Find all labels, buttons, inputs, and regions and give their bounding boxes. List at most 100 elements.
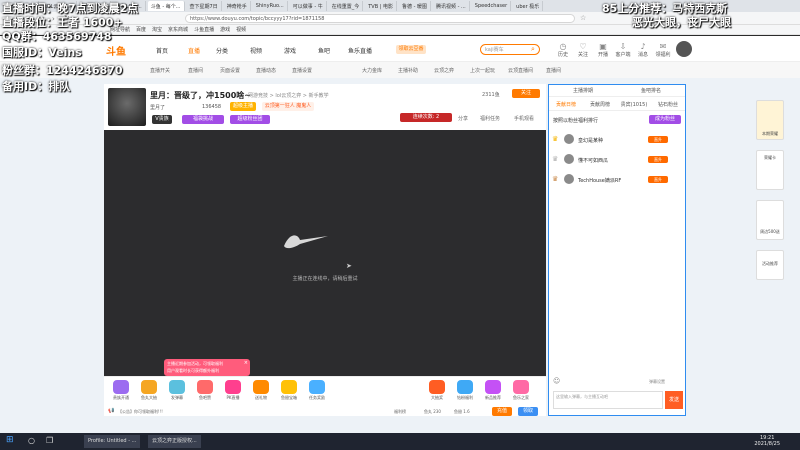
rank-label[interactable]: 福利榜 bbox=[394, 409, 406, 415]
follow-button[interactable]: ♡ 关注 bbox=[573, 42, 593, 58]
anchor-name[interactable]: 里月了 bbox=[150, 104, 165, 111]
subnav-item[interactable]: 直播动态 bbox=[256, 67, 276, 74]
subnav-item[interactable]: 页面设置 bbox=[220, 67, 240, 74]
toolbar-item[interactable]: 大抽奖 bbox=[426, 380, 448, 401]
toolbar-item[interactable]: 送礼物 bbox=[250, 380, 272, 401]
windows-start-icon[interactable]: ⊞ bbox=[6, 435, 14, 445]
bookmark-item[interactable]: 斗鱼直播 bbox=[194, 26, 214, 33]
broadcast-button[interactable]: ▣ 开播 bbox=[593, 42, 613, 58]
tab-diamond-fans[interactable]: 钻石粉丝 bbox=[651, 99, 685, 110]
history-button[interactable]: ◷ 历史 bbox=[553, 42, 573, 58]
announcement-text[interactable]: 【公告】你可领取福利!!! bbox=[118, 409, 163, 415]
toolbar-item[interactable]: 鱼丸大抽 bbox=[138, 380, 160, 401]
tab-weekly-rank[interactable]: 贡献周榜 bbox=[583, 99, 617, 110]
search-icon[interactable]: ○ bbox=[28, 436, 35, 445]
message-button[interactable]: ♪ 消息 bbox=[633, 42, 653, 58]
browser-tab[interactable]: 查下星期7日 bbox=[187, 1, 222, 11]
tab-daily-rank[interactable]: 贡献日榜 bbox=[549, 99, 583, 110]
browser-tab[interactable]: ShinyRuo... bbox=[253, 1, 288, 11]
taskbar-app[interactable]: 云顶之弈正版授权... bbox=[148, 435, 201, 448]
nav-fishbar[interactable]: 鱼吧 bbox=[318, 46, 330, 55]
welfare-button[interactable]: ✉ 领福利 bbox=[653, 42, 673, 58]
subnav-item[interactable]: 大力金库 bbox=[362, 67, 382, 74]
toolbar-item[interactable]: 任务奖励 bbox=[306, 380, 328, 401]
rail-card[interactable]: 周边500送 bbox=[756, 200, 784, 240]
video-player[interactable]: 主播正在连线中，请稍后重试 ➤ 主播近期参加活动，可领取福利 用户观看时长可获得… bbox=[104, 130, 546, 376]
recharge-button[interactable]: 充值 bbox=[492, 407, 512, 416]
close-icon[interactable]: × bbox=[244, 360, 248, 366]
subnav-item[interactable]: 云顶直播间 bbox=[508, 67, 533, 74]
browser-tab[interactable]: 鲁德 - 暖图 bbox=[399, 1, 431, 11]
follow-room-button[interactable]: 关注 bbox=[512, 89, 540, 98]
room-category[interactable]: 网游竞技 > lol云顶之弈 > 新手教学 bbox=[248, 92, 329, 99]
claim-button[interactable]: 领取 bbox=[518, 407, 538, 416]
toolbar-item[interactable]: 新品推荐 bbox=[482, 380, 504, 401]
subnav-item[interactable]: 直播设置 bbox=[292, 67, 312, 74]
subnav-item[interactable]: 直播开关 bbox=[150, 67, 170, 74]
lucky-bag-button[interactable]: 福袋挑战 bbox=[182, 115, 224, 124]
site-logo[interactable]: 斗鱼 bbox=[106, 43, 126, 58]
browser-tab[interactable]: 神奇枪手 bbox=[224, 1, 251, 11]
search-icon[interactable]: ⌕ bbox=[531, 45, 535, 54]
toolbar-item[interactable]: 贵族开通 bbox=[110, 380, 132, 401]
send-button[interactable]: 发送 bbox=[665, 391, 683, 409]
bookmark-item[interactable]: 淘宝 bbox=[152, 26, 162, 33]
rank-row[interactable]: ♛ 懂不可如西瓜 直升 bbox=[552, 153, 682, 167]
welfare-notice[interactable]: 主播近期参加活动，可领取福利 用户观看时长可获得额外福利 × bbox=[164, 359, 250, 376]
toolbar-item[interactable]: 鱼吧赞 bbox=[194, 380, 216, 401]
bookmark-item[interactable]: 游戏 bbox=[220, 26, 230, 33]
nav-live[interactable]: 直播 bbox=[188, 46, 200, 55]
toolbar-item[interactable]: PK直播 bbox=[222, 380, 244, 401]
subnav-item[interactable]: 直播间 bbox=[188, 67, 203, 74]
bookmark-item[interactable]: 京东商城 bbox=[168, 26, 188, 33]
system-clock[interactable]: 19:21 2021/8/25 bbox=[754, 435, 780, 447]
tab-schedule[interactable]: 主播排期 bbox=[549, 85, 617, 96]
chat-settings[interactable]: 弹幕设置 bbox=[649, 379, 665, 385]
nav-home[interactable]: 首页 bbox=[156, 46, 168, 55]
bookmark-item[interactable]: 视频 bbox=[236, 26, 246, 33]
nav-yule[interactable]: 鱼乐直播 bbox=[348, 46, 372, 55]
browser-tab[interactable]: 可以做事 - 牛 bbox=[290, 1, 327, 11]
url-input[interactable]: https://www.douyu.com/topic/bccyyy17?rid… bbox=[185, 13, 575, 23]
rank-row[interactable]: ♛ TechHouse嫡派RF 直升 bbox=[552, 173, 682, 187]
client-button[interactable]: ⇩ 客户端 bbox=[613, 42, 633, 58]
rank-row[interactable]: ♛ 皇幻是某种 直升 bbox=[552, 133, 682, 147]
chat-input[interactable]: 这里输入弹幕，与主播互动吧 bbox=[553, 391, 663, 409]
bookmark-item[interactable]: 百度 bbox=[136, 26, 146, 33]
nav-game[interactable]: 游戏 bbox=[284, 46, 296, 55]
toolbar-item[interactable]: 钻粉福利 bbox=[454, 380, 476, 401]
browser-tab-active[interactable]: 斗鱼 - 每个... bbox=[147, 1, 185, 11]
toolbar-item[interactable]: 发弹幕 bbox=[166, 380, 188, 401]
promo-button[interactable]: 领取云豆番 bbox=[396, 45, 426, 54]
browser-tab[interactable]: 在线重置_今 bbox=[329, 1, 364, 11]
anchor-avatar[interactable] bbox=[108, 88, 146, 126]
subnav-item[interactable]: 云顶之弈 bbox=[434, 67, 454, 74]
join-fans-button[interactable]: 成为粉丝 bbox=[649, 115, 681, 124]
toolbar-item[interactable]: 鱼翅宝箱 bbox=[278, 380, 300, 401]
browser-tab[interactable]: Speedchaser bbox=[472, 1, 512, 11]
task-view-icon[interactable]: ❐ bbox=[46, 436, 53, 445]
rail-card[interactable]: 荣耀卡 bbox=[756, 150, 784, 190]
mobile-watch-button[interactable]: 手机观看 bbox=[514, 115, 534, 122]
user-avatar[interactable] bbox=[676, 41, 692, 57]
rail-card[interactable]: 本期荣耀 bbox=[756, 100, 784, 140]
subnav-item[interactable]: 主播补助 bbox=[398, 67, 418, 74]
star-icon[interactable]: ☆ bbox=[580, 14, 586, 22]
tab-fishbar-rank[interactable]: 鱼吧排名 bbox=[617, 85, 685, 96]
nav-category[interactable]: 分类 bbox=[216, 46, 228, 55]
browser-tab[interactable]: 腾讯视频 - ... bbox=[433, 1, 470, 11]
rail-card[interactable]: 活动推荐 bbox=[756, 250, 784, 280]
tab-vip[interactable]: 贵宾(1015) bbox=[617, 99, 651, 110]
share-button[interactable]: 分享 bbox=[458, 115, 468, 122]
toolbar-item[interactable]: 鱼乐之家 bbox=[510, 380, 532, 401]
vip-button[interactable]: V贵族 bbox=[152, 115, 172, 124]
welfare-task-button[interactable]: 福利任务 bbox=[480, 115, 500, 122]
nav-video[interactable]: 视频 bbox=[250, 46, 262, 55]
emoji-icon[interactable]: ☺ bbox=[553, 377, 560, 385]
browser-tab[interactable]: uber 极乐 bbox=[513, 1, 544, 11]
subnav-item[interactable]: 上次一起玩 bbox=[470, 67, 495, 74]
browser-tab[interactable]: TVB | 电影 bbox=[365, 1, 398, 11]
taskbar-app[interactable]: Profile: Untitled - ... bbox=[84, 435, 141, 448]
fan-group-button[interactable]: 超级粉丝团 bbox=[230, 115, 270, 124]
subnav-item[interactable]: 直播间 bbox=[546, 67, 561, 74]
